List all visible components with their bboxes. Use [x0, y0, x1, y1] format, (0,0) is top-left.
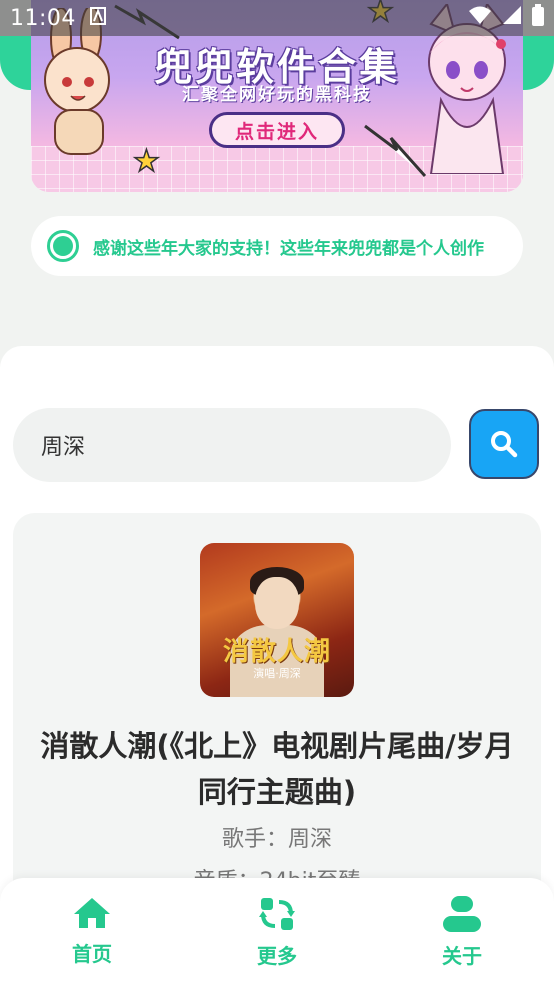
- user-icon: [443, 896, 481, 932]
- banner-subtitle: 汇聚全网好玩的黑科技: [182, 85, 372, 105]
- wifi-icon: [468, 5, 492, 31]
- search-input[interactable]: 周深: [13, 408, 451, 482]
- search-icon: [491, 431, 518, 458]
- nav-more[interactable]: 更多: [231, 878, 323, 986]
- nav-home[interactable]: 首页: [46, 878, 138, 986]
- album-cover[interactable]: 消散人潮 演唱·周深: [200, 543, 354, 697]
- song-card[interactable]: 消散人潮 演唱·周深 消散人潮(《北上》电视剧片尾曲/岁月同行主题曲) 歌手：周…: [13, 513, 541, 933]
- cover-subtitle: 演唱·周深: [253, 667, 301, 680]
- status-bar: 11:04: [0, 0, 554, 36]
- enter-button[interactable]: 点击进入: [209, 112, 345, 148]
- nav-home-label: 首页: [72, 942, 112, 966]
- song-title: 消散人潮(《北上》电视剧片尾曲/岁月同行主题曲): [40, 729, 514, 809]
- nav-more-label: 更多: [257, 944, 297, 968]
- header-decoration-right: [518, 36, 554, 90]
- notice-text: 感谢这些年大家的支持！这些年来兜兜都是个人创作: [93, 238, 484, 259]
- refresh-icon: [259, 898, 295, 930]
- lightning-icon: [364, 124, 427, 178]
- bottom-nav: 首页 更多 关于: [0, 878, 554, 986]
- notice-bar: 感谢这些年大家的支持！这些年来兜兜都是个人创作: [31, 216, 523, 276]
- nav-about[interactable]: 关于: [416, 878, 508, 986]
- search-button[interactable]: [469, 409, 539, 479]
- radio-dot-icon: [47, 230, 79, 262]
- star-icon: ★: [132, 143, 160, 180]
- status-time: 11:04: [10, 5, 76, 31]
- battery-icon: [532, 4, 544, 32]
- search-input-value: 周深: [41, 435, 86, 460]
- signal-icon: [502, 5, 522, 31]
- nav-about-label: 关于: [442, 944, 482, 968]
- home-icon: [74, 898, 110, 928]
- notification-a-icon: [89, 6, 106, 30]
- cover-title: 消散人潮: [222, 637, 331, 667]
- song-singer: 歌手：周深: [221, 827, 332, 852]
